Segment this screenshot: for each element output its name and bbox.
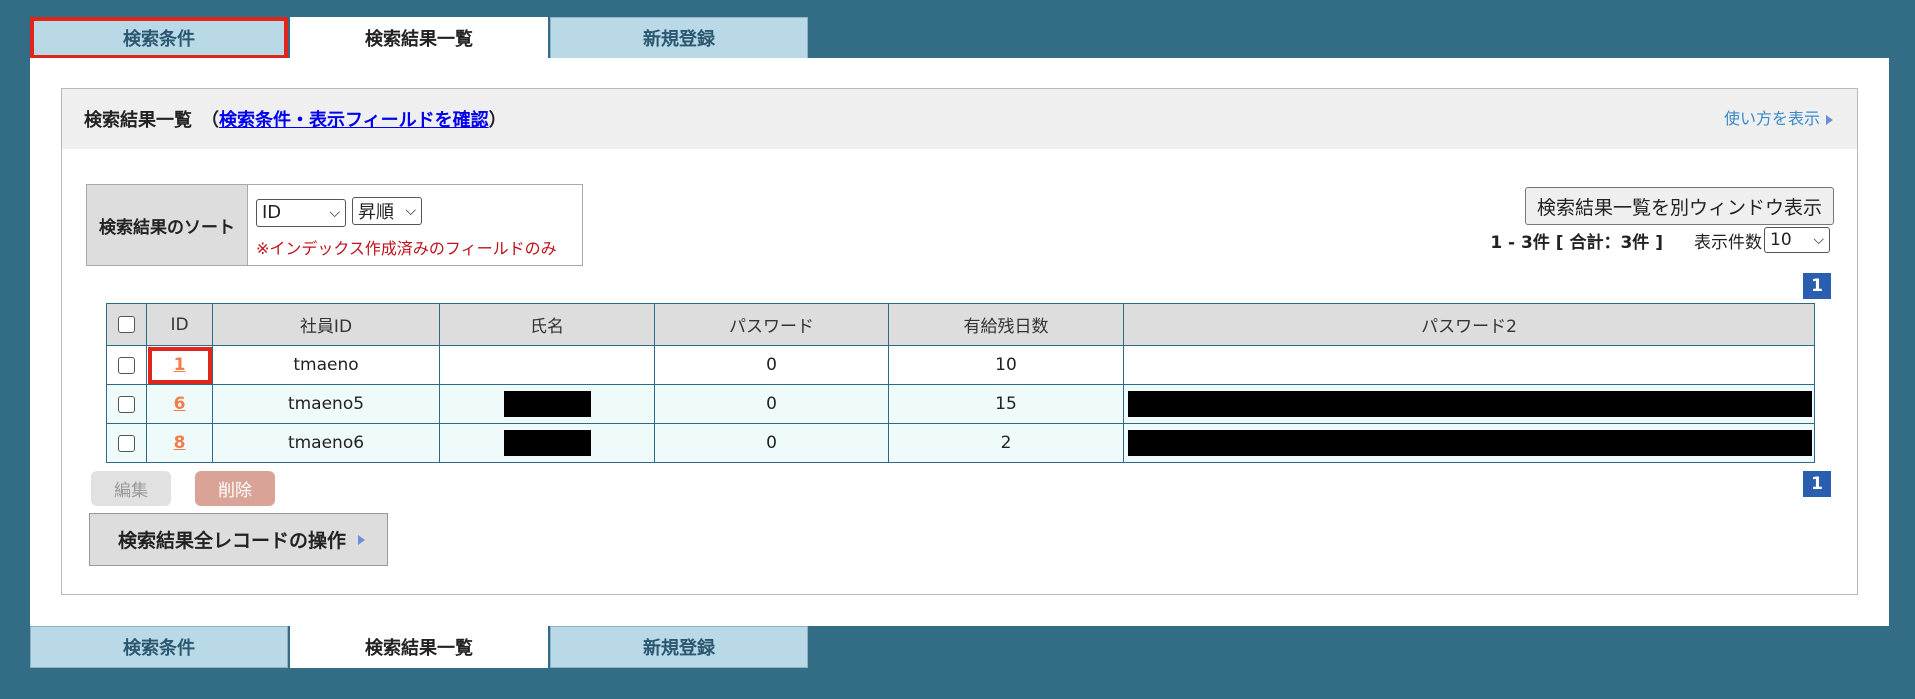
- all-records-operations-button[interactable]: 検索結果全レコードの操作: [89, 513, 388, 566]
- sort-field-value: ID: [262, 202, 282, 223]
- row-checkbox[interactable]: [118, 434, 135, 452]
- table-header-row: ID 社員ID 氏名 パスワード 有給残日数 パスワード2: [106, 303, 1815, 346]
- pager-bottom-page[interactable]: 1: [1803, 471, 1831, 497]
- employee-id-cell: tmaeno: [212, 345, 440, 385]
- sort-order-value: 昇順: [358, 202, 394, 223]
- per-page-value: 10: [1770, 230, 1792, 250]
- id-cell: 8: [146, 423, 213, 463]
- id-cell: 6: [146, 384, 213, 424]
- tab-search-conditions[interactable]: 検索条件: [30, 17, 288, 59]
- header-password[interactable]: パスワード: [654, 303, 889, 346]
- chevron-down-icon: ⌵: [1813, 232, 1824, 248]
- page-title-suffix: ）: [488, 110, 507, 131]
- row-select-cell: [106, 384, 147, 424]
- confirm-conditions-link[interactable]: 検索条件・表示フィールドを確認: [219, 110, 489, 131]
- password-cell: 0: [654, 345, 889, 385]
- all-records-operations-label: 検索結果全レコードの操作: [118, 530, 347, 552]
- row-select-cell: [106, 423, 147, 463]
- password2-cell: [1123, 384, 1815, 424]
- show-howto-label: 使い方を表示: [1723, 109, 1820, 128]
- page-title-prefix: 検索結果一覧 （: [84, 110, 219, 131]
- tab-search-results[interactable]: 検索結果一覧: [290, 626, 548, 668]
- tab-new-registration[interactable]: 新規登録: [550, 626, 808, 668]
- chevron-down-icon: ⌵: [405, 203, 416, 219]
- result-count: 1 - 3件 [ 合計：3件 ]: [1490, 233, 1663, 253]
- sort-field-select[interactable]: ID ⌵: [256, 198, 346, 227]
- row-select-cell: [106, 345, 147, 385]
- name-cell: [439, 384, 655, 424]
- results-panel: 検索結果一覧 （検索条件・表示フィールドを確認） 使い方を表示 検索結果のソート…: [61, 88, 1858, 595]
- header-password2[interactable]: パスワード2: [1123, 303, 1815, 346]
- name-cell: [439, 345, 655, 385]
- sort-label: 検索結果のソート: [87, 185, 248, 265]
- sort-controls: ID ⌵ 昇順 ⌵ ※インデックス作成済みのフィールドのみ: [248, 185, 557, 265]
- edit-button[interactable]: 編集: [91, 471, 171, 506]
- tab-search-conditions[interactable]: 検索条件: [30, 626, 288, 668]
- results-table: ID 社員ID 氏名 パスワード 有給残日数 パスワード2 1 tmaeno 0…: [106, 303, 1815, 463]
- sort-note: ※インデックス作成済みのフィールドのみ: [256, 238, 557, 258]
- table-row: 6 tmaeno5 0 15: [106, 384, 1815, 424]
- per-page-select[interactable]: 10 ⌵: [1764, 227, 1830, 253]
- tab-search-results[interactable]: 検索結果一覧: [290, 17, 548, 59]
- redacted-password2: [1128, 391, 1812, 417]
- header-paid-leave[interactable]: 有給残日数: [888, 303, 1124, 346]
- record-id-link[interactable]: 6: [174, 394, 186, 414]
- record-id-link[interactable]: 1: [174, 355, 186, 375]
- sort-order-select[interactable]: 昇順 ⌵: [352, 197, 422, 225]
- redacted-password2: [1128, 430, 1812, 456]
- select-all-checkbox[interactable]: [118, 316, 135, 333]
- table-row: 1 tmaeno 0 10: [106, 345, 1815, 385]
- name-cell: [439, 423, 655, 463]
- paid-leave-cell: 2: [888, 423, 1124, 463]
- show-howto-link[interactable]: 使い方を表示: [1724, 105, 1833, 129]
- per-page-label: 表示件数: [1694, 232, 1762, 253]
- pager-top-page[interactable]: 1: [1803, 273, 1831, 299]
- employee-id-cell: tmaeno5: [212, 384, 440, 424]
- paid-leave-cell: 10: [888, 345, 1124, 385]
- delete-button[interactable]: 削除: [195, 471, 275, 506]
- header-name[interactable]: 氏名: [439, 303, 655, 346]
- row-checkbox[interactable]: [118, 356, 135, 374]
- tab-new-registration[interactable]: 新規登録: [550, 17, 808, 59]
- top-tab-bar: 検索条件 検索結果一覧 新規登録: [30, 17, 810, 59]
- triangle-right-icon: [1826, 114, 1833, 125]
- employee-id-cell: tmaeno6: [212, 423, 440, 463]
- id-cell: 1: [146, 345, 213, 385]
- password-cell: 0: [654, 423, 889, 463]
- row-checkbox[interactable]: [118, 395, 135, 413]
- password2-cell: [1123, 345, 1815, 385]
- paid-leave-cell: 15: [888, 384, 1124, 424]
- sort-box: 検索結果のソート ID ⌵ 昇順 ⌵ ※インデックス作成済みのフィールドのみ: [86, 184, 583, 266]
- table-row: 8 tmaeno6 0 2: [106, 423, 1815, 463]
- redacted-name: [503, 430, 591, 456]
- per-page: 表示件数 10 ⌵: [1694, 227, 1830, 253]
- header-id[interactable]: ID: [146, 303, 213, 346]
- password-cell: 0: [654, 384, 889, 424]
- redacted-name: [503, 391, 591, 417]
- chevron-down-icon: ⌵: [329, 204, 340, 221]
- page-title: 検索結果一覧 （検索条件・表示フィールドを確認）: [84, 106, 507, 132]
- main-panel: 検索結果一覧 （検索条件・表示フィールドを確認） 使い方を表示 検索結果のソート…: [30, 58, 1889, 626]
- separate-window-button[interactable]: 検索結果一覧を別ウィンドウ表示: [1524, 187, 1834, 225]
- password2-cell: [1123, 423, 1815, 463]
- triangle-right-icon: [358, 534, 366, 545]
- header-select-all: [106, 303, 147, 346]
- bottom-tab-bar: 検索条件 検索結果一覧 新規登録: [30, 626, 810, 668]
- header-employee-id[interactable]: 社員ID: [212, 303, 440, 346]
- results-header: 検索結果一覧 （検索条件・表示フィールドを確認） 使い方を表示: [62, 89, 1857, 149]
- record-id-link[interactable]: 8: [174, 433, 186, 453]
